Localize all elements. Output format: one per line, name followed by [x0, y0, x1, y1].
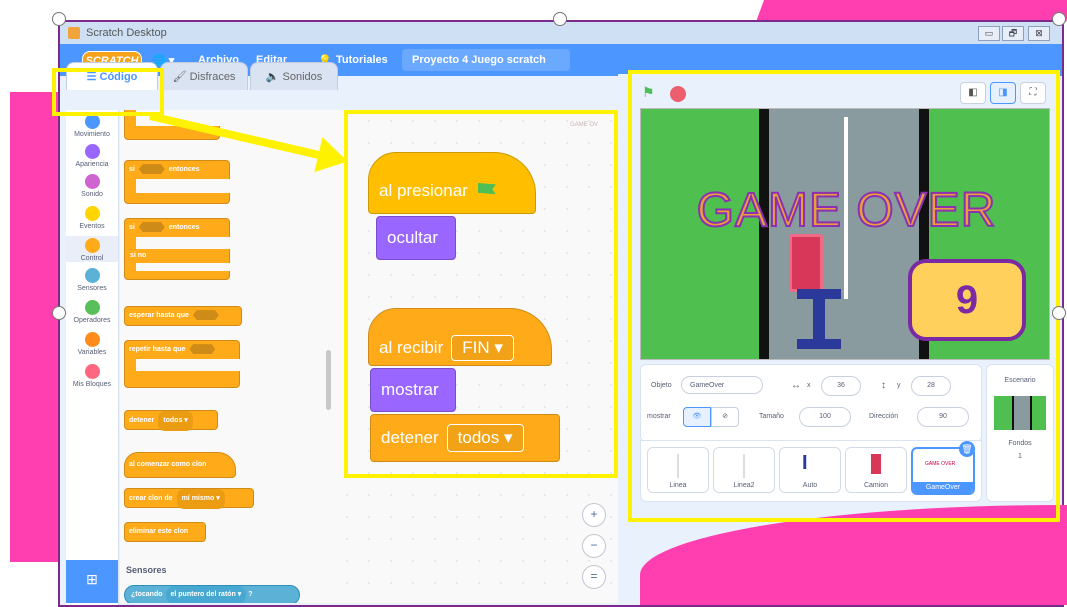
zoom-reset-button[interactable]: =	[582, 565, 606, 589]
category-label: Eventos	[79, 223, 105, 230]
c-gap	[136, 263, 230, 271]
minimize-button[interactable]: ▭	[978, 26, 1000, 41]
speaker-icon: 🔈	[265, 71, 283, 83]
close-button[interactable]: ⊠	[1028, 26, 1050, 41]
block-label: ?	[248, 591, 253, 598]
block-label: si	[129, 166, 135, 173]
stop-dropdown[interactable]: todos ▾	[158, 411, 193, 431]
block-label: esperar hasta que	[129, 312, 189, 319]
block-label: ¿tocando	[131, 591, 163, 598]
resize-handle[interactable]	[1052, 12, 1066, 26]
highlight-code-tab	[52, 68, 164, 116]
tab-costumes[interactable]: 🖌 Disfraces	[160, 62, 248, 90]
block-label: eliminar este clon	[129, 528, 189, 535]
category-my-blocks[interactable]: Mis Bloques	[66, 364, 118, 388]
zoom-in-button[interactable]: +	[582, 503, 606, 527]
resize-handle[interactable]	[52, 12, 66, 26]
block-label: entonces	[168, 166, 200, 173]
category-looks[interactable]: Apariencia	[66, 144, 118, 168]
tab-costumes-label: Disfraces	[189, 71, 236, 83]
category-label: Operadores	[73, 317, 111, 324]
maximize-button[interactable]: 🗗	[1002, 26, 1024, 41]
category-label: Sonido	[81, 191, 103, 198]
category-dot	[84, 174, 100, 189]
category-motion[interactable]: Movimiento	[66, 114, 118, 138]
when-start-as-clone-block[interactable]: al comenzar como clon	[124, 452, 236, 478]
category-label: Apariencia	[75, 161, 109, 168]
block-palette: si entonces si entonces si no esperar hast…	[120, 110, 345, 603]
category-dot	[84, 268, 100, 283]
wait-until-block[interactable]: esperar hasta que	[124, 306, 242, 326]
block-label: crear clon de	[129, 495, 173, 502]
category-sensing[interactable]: Sensores	[66, 268, 118, 292]
category-label: Movimiento	[74, 131, 110, 138]
category-label: Variables	[77, 349, 107, 356]
brush-icon: 🖌	[172, 71, 190, 83]
stop-block[interactable]: detener todos ▾	[124, 410, 218, 431]
category-dot	[84, 332, 100, 347]
touching-dropdown[interactable]: el puntero del ratón ▾	[165, 586, 247, 603]
decorative-pink-stripe-top	[755, 0, 1067, 22]
category-control[interactable]: Control	[66, 236, 118, 262]
delete-clone-block[interactable]: eliminar este clon	[124, 522, 206, 542]
category-dot	[84, 364, 100, 379]
zoom-out-button[interactable]: −	[582, 534, 606, 558]
block-label: si	[129, 224, 135, 231]
boolean-slot	[138, 222, 165, 233]
tab-sounds[interactable]: 🔈 Sonidos	[250, 62, 338, 90]
category-dot	[84, 238, 100, 253]
category-variables[interactable]: Variables	[66, 332, 118, 356]
menu-tutorials[interactable]: Tutoriales	[336, 54, 388, 66]
add-extension-button[interactable]: ⊞	[66, 560, 118, 603]
category-events[interactable]: Eventos	[66, 206, 118, 230]
highlight-stage-panel	[628, 70, 1060, 522]
resize-handle[interactable]	[553, 12, 567, 26]
c-gap	[136, 179, 230, 193]
resize-handle[interactable]	[52, 306, 66, 320]
tab-sounds-label: Sonidos	[282, 71, 323, 83]
category-sound[interactable]: Sonido	[66, 174, 118, 198]
boolean-slot	[192, 310, 219, 321]
boolean-slot	[138, 164, 165, 175]
block-label: entonces	[168, 224, 200, 231]
category-label: Mis Bloques	[72, 381, 112, 388]
block-label: repetir hasta que	[129, 346, 186, 353]
block-label: detener	[129, 417, 155, 424]
category-operators[interactable]: Operadores	[66, 300, 118, 324]
category-label: Sensores	[77, 285, 107, 292]
project-title-input[interactable]: Proyecto 4 Juego scratch	[402, 49, 570, 71]
c-gap	[136, 359, 240, 371]
create-clone-block[interactable]: crear clon de mí mismo ▾	[124, 488, 254, 509]
clone-dropdown[interactable]: mí mismo ▾	[176, 489, 225, 509]
category-dot	[84, 206, 100, 221]
category-dot	[84, 144, 100, 159]
resize-handle[interactable]	[1052, 306, 1066, 320]
touching-block[interactable]: ¿tocando el puntero del ratón ▾ ?	[124, 585, 300, 603]
category-label: Control	[80, 255, 104, 262]
block-label: al comenzar como clon	[129, 461, 207, 468]
category-dot	[84, 300, 100, 315]
c-gap	[136, 237, 230, 249]
window-title: Scratch Desktop	[86, 27, 167, 39]
highlight-script-area	[344, 110, 618, 478]
palette-scrollbar[interactable]	[326, 350, 331, 410]
else-label: si no	[130, 252, 147, 259]
category-dot	[84, 114, 100, 129]
boolean-slot	[189, 344, 216, 355]
app-icon	[68, 27, 80, 39]
category-menu: Movimiento Apariencia Sonido Eventos Con…	[66, 110, 119, 605]
sensing-section-title: Sensores	[126, 565, 167, 575]
